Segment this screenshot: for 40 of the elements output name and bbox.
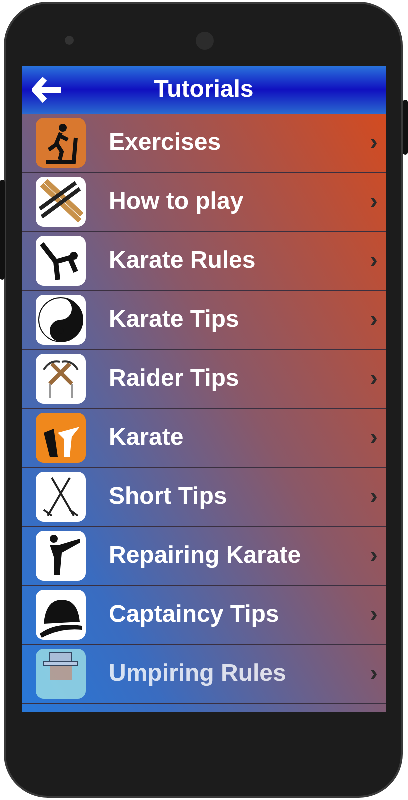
- item-label: How to play: [109, 187, 244, 217]
- item-label: Raider Tips: [109, 364, 240, 394]
- chevron-icon: ›: [370, 131, 378, 155]
- crossed-tridents-icon: [36, 472, 86, 522]
- item-label: Exercises: [109, 128, 222, 158]
- item-label: Karate Tips: [109, 305, 240, 335]
- menu-item[interactable]: Repairing Karate ›: [22, 527, 386, 586]
- chevron-icon: ›: [370, 190, 378, 214]
- cap-icon: [36, 590, 86, 640]
- item-label: Karate: [109, 423, 184, 453]
- chevron-icon: ›: [370, 544, 378, 568]
- menu-item[interactable]: Karate ›: [22, 409, 386, 468]
- chevron-icon: ›: [370, 308, 378, 332]
- menu-item[interactable]: Exercises ›: [22, 114, 386, 173]
- chevron-icon: ›: [370, 426, 378, 450]
- menu-item[interactable]: Raider Tips ›: [22, 350, 386, 409]
- menu-item[interactable]: Captaincy Tips ›: [22, 586, 386, 645]
- chevron-icon: ›: [370, 249, 378, 273]
- chevron-icon: ›: [370, 367, 378, 391]
- item-label: Short Tips: [109, 482, 228, 512]
- treadmill-runner-icon: [36, 118, 86, 168]
- item-label: Repairing Karate: [109, 541, 302, 571]
- menu-item[interactable]: How to play ›: [22, 173, 386, 232]
- menu-item[interactable]: Umpiring Rules ›: [22, 645, 386, 704]
- chevron-icon: ›: [370, 603, 378, 627]
- menu-item[interactable]: Short Tips ›: [22, 468, 386, 527]
- back-arrow-icon[interactable]: [32, 77, 62, 103]
- item-label: Umpiring Rules: [109, 659, 286, 689]
- yin-yang-icon: [36, 295, 86, 345]
- item-label: Captaincy Tips: [109, 600, 280, 630]
- crossed-sticks-icon: [36, 177, 86, 227]
- menu-item[interactable]: Karate Rules ›: [22, 232, 386, 291]
- crossed-sickles-icon: [36, 354, 86, 404]
- kicking-figure-icon: [36, 236, 86, 286]
- item-label: Karate Rules: [109, 246, 256, 276]
- chevron-icon: ›: [370, 662, 378, 686]
- kicking-silhouette-icon: [36, 531, 86, 581]
- chevron-icon: ›: [370, 485, 378, 509]
- menu-item[interactable]: Karate Tips ›: [22, 291, 386, 350]
- screen-title: Tutorials: [154, 75, 254, 105]
